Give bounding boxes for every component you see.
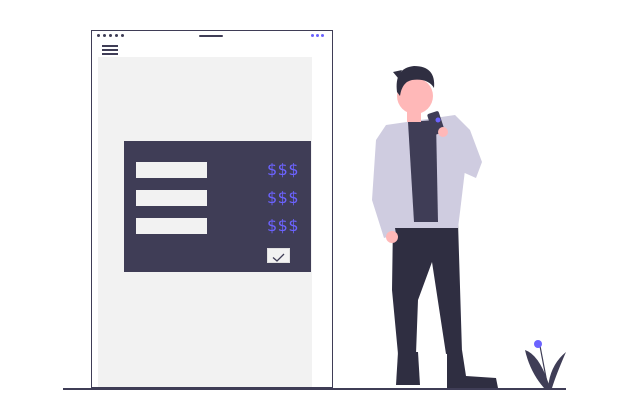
plant-icon xyxy=(525,340,566,389)
